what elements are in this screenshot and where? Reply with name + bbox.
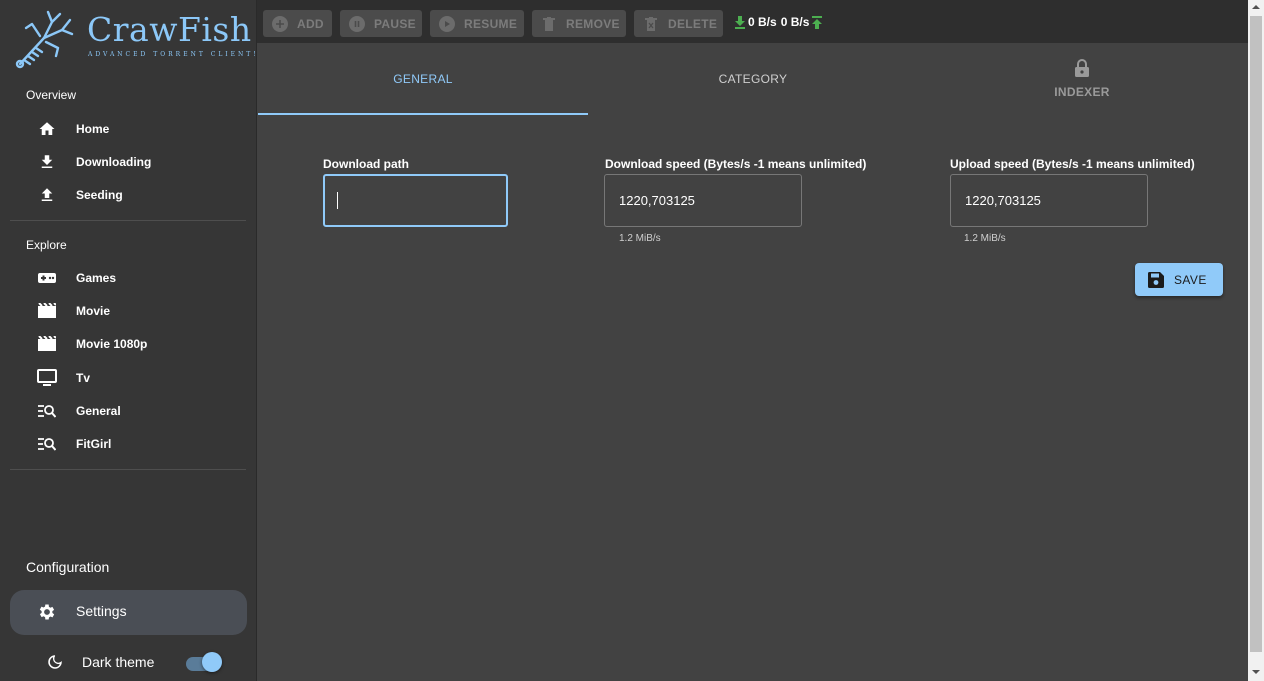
tab-indexer[interactable]: INDEXER xyxy=(917,43,1247,115)
sidebar-item-tv[interactable]: Tv xyxy=(36,366,236,390)
upload-speed-input[interactable] xyxy=(950,174,1148,227)
sidebar-item-label: FitGirl xyxy=(76,437,112,451)
save-label: SAVE xyxy=(1174,272,1207,287)
delete-button[interactable]: DELETE xyxy=(634,10,723,37)
dark-theme-label: Dark theme xyxy=(82,654,155,670)
remove-button[interactable]: REMOVE xyxy=(532,10,626,37)
plus-circle-icon xyxy=(272,15,288,32)
scroll-down-arrow-icon[interactable] xyxy=(1250,668,1262,676)
sidebar-item-seeding[interactable]: Seeding xyxy=(36,183,236,207)
app-subtitle: ADVANCED TORRENT CLIENT! xyxy=(88,51,259,58)
toggle-knob xyxy=(202,652,222,672)
sidebar-item-label: Downloading xyxy=(76,155,152,169)
trash-x-icon xyxy=(643,16,659,32)
tv-icon xyxy=(36,367,58,389)
active-tab-indicator xyxy=(258,113,588,115)
sidebar-item-label: Movie xyxy=(76,304,111,318)
sidebar-item-label: General xyxy=(76,404,121,418)
sidebar-item-home[interactable]: Home xyxy=(36,117,236,141)
save-button[interactable]: SAVE xyxy=(1135,263,1223,296)
upload-icon xyxy=(36,184,58,206)
delete-label: DELETE xyxy=(668,16,718,31)
transfer-speeds: 0 B/s 0 B/s xyxy=(734,15,823,29)
scroll-up-arrow-icon[interactable] xyxy=(1250,3,1262,11)
sidebar-item-label: Movie 1080p xyxy=(76,337,148,351)
search-list-icon xyxy=(36,400,58,422)
tab-label: INDEXER xyxy=(1054,85,1110,99)
sidebar-item-movie[interactable]: Movie xyxy=(36,299,236,323)
settings-tabs: GENERAL CATEGORY INDEXER xyxy=(258,43,1248,115)
lock-icon xyxy=(1075,59,1089,77)
add-button[interactable]: ADD xyxy=(263,10,332,37)
configuration-title: Configuration xyxy=(26,559,110,575)
download-icon xyxy=(36,151,58,173)
sidebar-item-label: Settings xyxy=(76,603,127,619)
tab-label: GENERAL xyxy=(393,72,453,86)
app-logo[interactable]: CrawFish ADVANCED TORRENT CLIENT! xyxy=(14,8,256,70)
sidebar-divider xyxy=(10,220,246,221)
explore-title: Explore xyxy=(26,238,67,252)
crawfish-logo-icon xyxy=(15,10,74,69)
text-caret xyxy=(337,192,338,209)
dark-theme-row: Dark theme xyxy=(44,650,244,674)
gamepad-icon xyxy=(36,267,58,289)
pause-circle-icon xyxy=(349,15,365,32)
sidebar-item-label: Games xyxy=(76,271,117,285)
download-path-input[interactable] xyxy=(323,174,508,227)
floppy-disk-icon xyxy=(1148,271,1164,288)
download-speed: 0 B/s xyxy=(748,15,777,29)
sidebar-divider xyxy=(10,469,246,470)
trash-icon xyxy=(541,16,557,32)
sidebar-item-movie-1080p[interactable]: Movie 1080p xyxy=(36,332,236,356)
dark-theme-toggle[interactable] xyxy=(186,652,222,672)
overview-title: Overview xyxy=(26,88,77,102)
upload-speed-icon xyxy=(812,15,823,29)
movie-icon xyxy=(36,300,58,322)
scrollbar-thumb[interactable] xyxy=(1250,16,1262,652)
sidebar-item-general[interactable]: General xyxy=(36,399,236,423)
sidebar-item-fitgirl[interactable]: FitGirl xyxy=(36,432,236,456)
play-circle-icon xyxy=(439,15,455,32)
download-speed-input[interactable] xyxy=(604,174,802,227)
app-title: CrawFish xyxy=(87,10,252,49)
sidebar-item-label: Seeding xyxy=(76,188,123,202)
download-speed-icon xyxy=(735,15,745,29)
toolbar: ADD PAUSE RESUME REMOVE DELETE 0 B/s 0 B… xyxy=(257,0,1248,43)
resume-button[interactable]: RESUME xyxy=(430,10,524,37)
tab-label: CATEGORY xyxy=(718,72,788,86)
sidebar: CrawFish ADVANCED TORRENT CLIENT! Overvi… xyxy=(0,0,257,681)
sidebar-item-downloading[interactable]: Downloading xyxy=(36,150,236,174)
movie-icon xyxy=(36,333,58,355)
upload-speed-helper: 1.2 MiB/s xyxy=(964,233,1006,244)
sidebar-item-label: Home xyxy=(76,122,110,136)
download-speed-label: Download speed (Bytes/s -1 means unlimit… xyxy=(605,157,867,171)
home-icon xyxy=(36,118,58,140)
sidebar-item-label: Tv xyxy=(76,371,91,385)
add-label: ADD xyxy=(297,16,324,31)
upload-speed: 0 B/s xyxy=(780,15,810,29)
sidebar-item-games[interactable]: Games xyxy=(36,266,236,290)
moon-icon xyxy=(44,651,66,673)
tab-category[interactable]: CATEGORY xyxy=(588,43,918,115)
search-list-icon xyxy=(36,433,58,455)
upload-speed-label: Upload speed (Bytes/s -1 means unlimited… xyxy=(950,157,1195,171)
gear-icon xyxy=(36,601,58,623)
remove-label: REMOVE xyxy=(566,16,620,31)
resume-label: RESUME xyxy=(464,16,518,31)
download-path-label: Download path xyxy=(323,157,409,171)
download-speed-helper: 1.2 MiB/s xyxy=(619,233,661,244)
tab-general[interactable]: GENERAL xyxy=(258,43,588,115)
pause-label: PAUSE xyxy=(374,16,416,31)
pause-button[interactable]: PAUSE xyxy=(340,10,422,37)
sidebar-item-settings[interactable]: Settings xyxy=(10,590,247,635)
